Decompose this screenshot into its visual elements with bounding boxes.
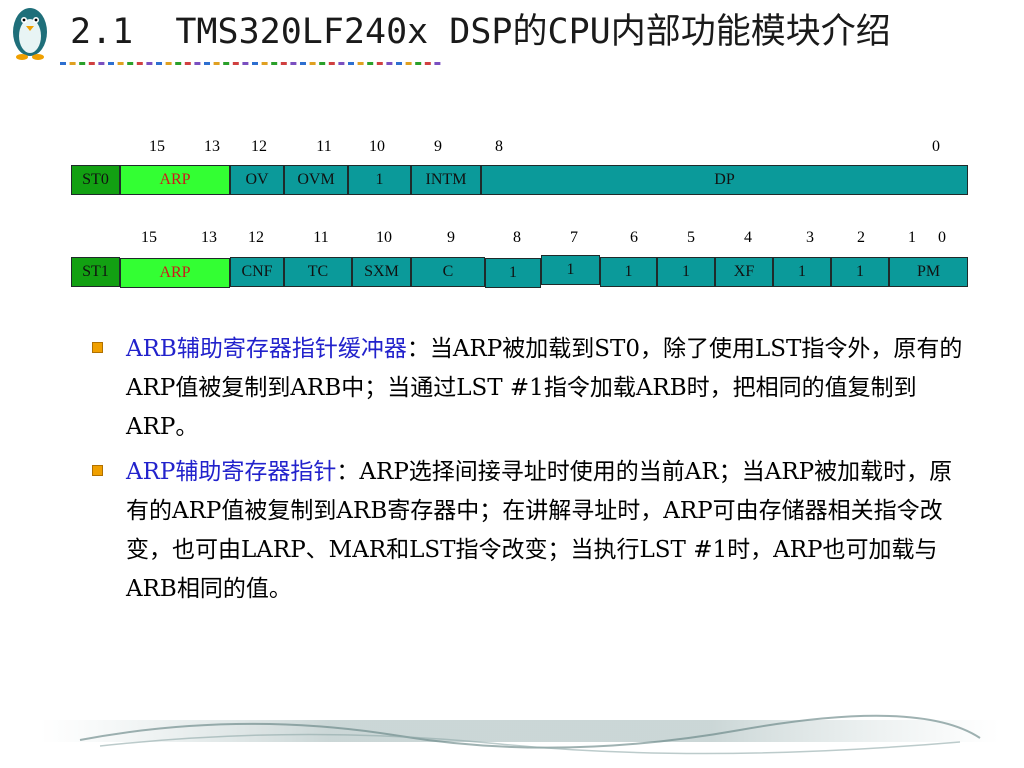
penguin-logo-icon (13, 8, 47, 60)
bullet-item-arb: ARB辅助寄存器指针缓冲器：当ARP被加载到ST0，除了使用LST指令外，原有的… (88, 330, 968, 447)
st1-tc-field: TC (284, 257, 352, 287)
st0-bit-label: 9 (434, 138, 442, 155)
st1-bit6-field: 1 (600, 257, 657, 287)
bullet-term: ARB辅助寄存器指针缓冲器 (126, 336, 407, 362)
st0-bit-label: 12 (251, 138, 267, 155)
st1-c-field: C (411, 257, 485, 287)
st1-bit-numbers: 15 13 12 11 10 9 8 7 6 5 4 3 2 1 0 (0, 229, 1024, 247)
title-underline-decoration (60, 62, 441, 65)
st1-bit-label: 12 (248, 229, 264, 246)
st1-pm-field: PM (889, 257, 968, 287)
footer-decoration (40, 714, 1000, 755)
st0-ovm-field: OVM (284, 165, 348, 195)
st1-bit-label: 6 (630, 229, 638, 246)
bullet-list: ARB辅助寄存器指针缓冲器：当ARP被加载到ST0，除了使用LST指令外，原有的… (88, 330, 968, 615)
st0-bit-label: 8 (495, 138, 503, 155)
bullet-paragraph: ARP辅助寄存器指针：ARP选择间接寻址时使用的当前AR；当ARP被加载时，原有… (126, 453, 968, 609)
st1-bit-label: 10 (376, 229, 392, 246)
st0-dp-field: DP (481, 165, 968, 195)
st1-sxm-field: SXM (352, 257, 411, 287)
st0-bit-label: 15 (149, 138, 165, 155)
st1-bit-label: 2 (857, 229, 865, 246)
st1-name-cell: ST1 (71, 257, 120, 287)
st0-arp-field: ARP (120, 165, 230, 195)
st1-bit-label: 8 (513, 229, 521, 246)
st0-ov-field: OV (230, 165, 284, 195)
st1-bit-label: 7 (570, 229, 578, 246)
st1-arp-field: ARP (120, 258, 230, 288)
st1-cnf-field: CNF (230, 257, 284, 287)
st0-bit-label: 0 (932, 138, 940, 155)
bullet-square-icon (92, 342, 103, 353)
st1-bit8-field: 1 (485, 258, 541, 288)
st1-bit-label: 3 (806, 229, 814, 246)
st1-bit5-field: 1 (657, 257, 715, 287)
st0-bit-numbers: 15 13 12 11 10 9 8 0 (0, 138, 1024, 156)
st0-bit-label: 10 (369, 138, 385, 155)
bullet-term: ARP辅助寄存器指针 (126, 459, 337, 485)
st0-bit10-field: 1 (348, 165, 411, 195)
st1-bit-label: 1 (908, 229, 916, 246)
bullet-paragraph: ARB辅助寄存器指针缓冲器：当ARP被加载到ST0，除了使用LST指令外，原有的… (126, 330, 968, 447)
st1-bit-label: 0 (938, 229, 946, 246)
st0-bit-label: 13 (204, 138, 220, 155)
st1-bit-label: 15 (141, 229, 157, 246)
st0-intm-field: INTM (411, 165, 481, 195)
st1-xf-field: XF (715, 257, 773, 287)
st0-name-cell: ST0 (71, 165, 120, 195)
st1-bit7-field: 1 (541, 255, 600, 285)
st1-bit-label: 13 (201, 229, 217, 246)
st1-bit-label: 5 (687, 229, 695, 246)
st1-bit-label: 11 (313, 229, 329, 246)
slide-title: 2.1 TMS320LF240x DSP的CPU内部功能模块介绍 (70, 12, 891, 52)
st1-bit3-field: 1 (773, 257, 831, 287)
st1-bit-label: 4 (744, 229, 752, 246)
bullet-item-arp: ARP辅助寄存器指针：ARP选择间接寻址时使用的当前AR；当ARP被加载时，原有… (88, 453, 968, 609)
bullet-square-icon (92, 465, 103, 476)
st1-bit2-field: 1 (831, 257, 889, 287)
st0-bit-label: 11 (316, 138, 332, 155)
st1-bit-label: 9 (447, 229, 455, 246)
